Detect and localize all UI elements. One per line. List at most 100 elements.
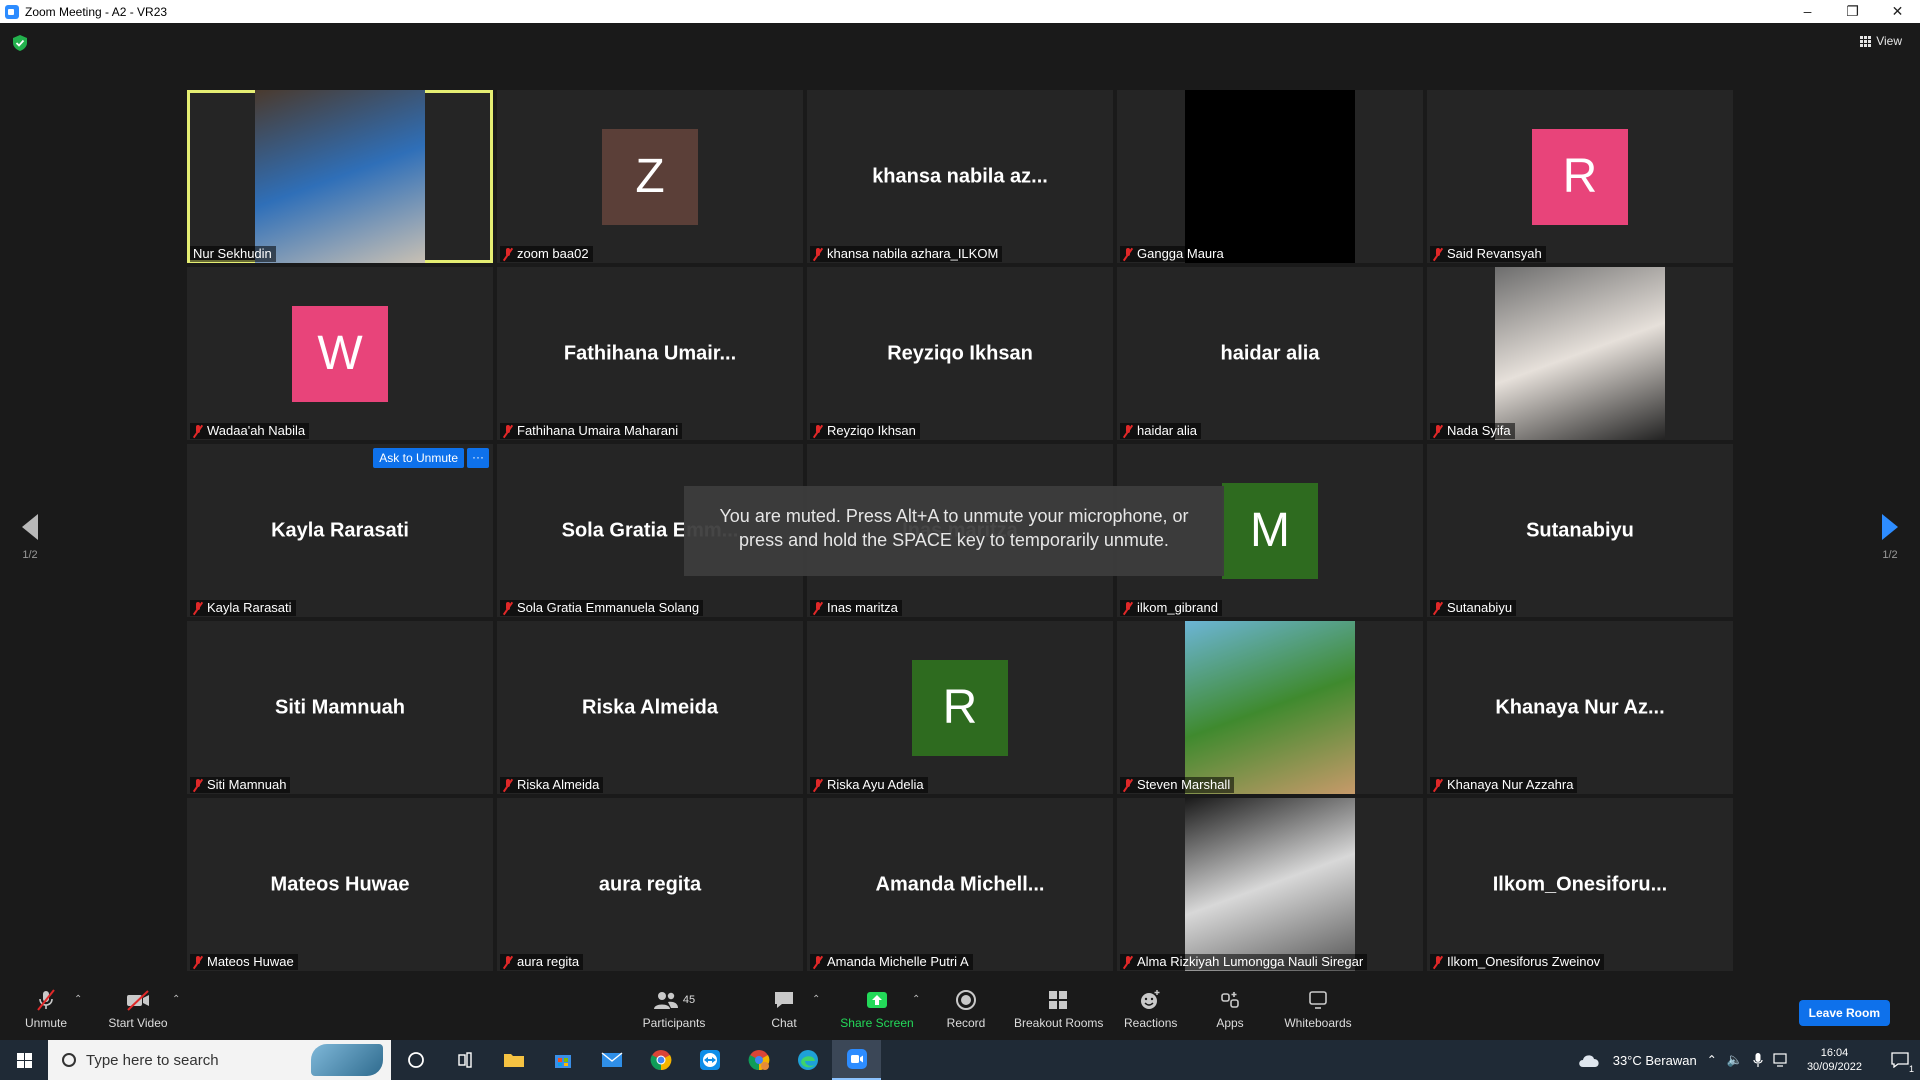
unmute-button[interactable]: Unmute bbox=[22, 988, 70, 1030]
search-placeholder: Type here to search bbox=[86, 1051, 219, 1069]
participant-name: Steven Marshall bbox=[1137, 777, 1231, 792]
weather-text[interactable]: 33°C Berawan bbox=[1613, 1053, 1697, 1068]
participant-video-feed bbox=[255, 90, 425, 263]
participant-tile[interactable]: Nada Syifa bbox=[1427, 267, 1733, 440]
participant-tile[interactable]: Reyziqo Ikhsan Reyziqo Ikhsan bbox=[807, 267, 1113, 440]
task-view-button[interactable] bbox=[440, 1040, 489, 1080]
microphone-muted-icon bbox=[503, 424, 513, 438]
store-button[interactable] bbox=[538, 1040, 587, 1080]
participant-tile[interactable]: haidar alia haidar alia bbox=[1117, 267, 1423, 440]
chrome-button[interactable] bbox=[636, 1040, 685, 1080]
cortana-button[interactable] bbox=[391, 1040, 440, 1080]
participant-name-label: Khanaya Nur Azzahra bbox=[1430, 777, 1578, 793]
apps-button[interactable]: Apps bbox=[1210, 988, 1250, 1030]
reactions-button[interactable]: Reactions bbox=[1124, 988, 1177, 1030]
start-button[interactable] bbox=[0, 1040, 48, 1080]
volume-icon[interactable]: 🔈 bbox=[1727, 1052, 1743, 1068]
cloud-weather-icon bbox=[1578, 1055, 1599, 1067]
participant-name-label: Ilkom_Onesiforus Zweinov bbox=[1430, 954, 1605, 970]
participant-display-name: Khanaya Nur Az... bbox=[1495, 696, 1665, 718]
participant-tile[interactable]: Sutanabiyu Sutanabiyu bbox=[1427, 444, 1733, 617]
close-button[interactable]: ✕ bbox=[1875, 0, 1920, 23]
participant-tile[interactable]: Kayla Rarasati Ask to Unmute ··· Kayla Rara… bbox=[187, 444, 493, 617]
participant-name: Sola Gratia Emmanuela Solang bbox=[517, 600, 700, 615]
whiteboards-button[interactable]: Whiteboards bbox=[1282, 988, 1354, 1030]
restore-button[interactable]: ❐ bbox=[1830, 0, 1875, 23]
edge-button[interactable] bbox=[783, 1040, 832, 1080]
taskbar-clock[interactable]: 16:04 30/09/2022 bbox=[1799, 1046, 1870, 1074]
more-options-button[interactable]: ··· bbox=[467, 448, 489, 468]
file-explorer-button[interactable] bbox=[489, 1040, 538, 1080]
next-page-button[interactable]: 1/2 bbox=[1870, 514, 1910, 561]
breakout-rooms-button[interactable]: Breakout Rooms bbox=[1014, 988, 1103, 1030]
participant-name-label: khansa nabila azhara_ILKOM bbox=[810, 246, 1003, 262]
participant-tile[interactable]: Nur Sekhudin bbox=[187, 90, 493, 263]
teamviewer-button[interactable] bbox=[685, 1040, 734, 1080]
participant-tile[interactable]: Ilkom_Onesiforu... Ilkom_Onesiforus Zwein… bbox=[1427, 798, 1733, 971]
participant-name-label: ilkom_gibrand bbox=[1120, 600, 1222, 616]
participant-tile[interactable]: Riska Almeida Riska Almeida bbox=[497, 621, 803, 794]
whiteboard-icon bbox=[1309, 991, 1327, 1009]
participant-name: Said Revansyah bbox=[1447, 246, 1542, 261]
participant-tile[interactable]: Alma Rizkiyah Lumongga Nauli Siregar bbox=[1117, 798, 1423, 971]
participant-tile[interactable]: Zzoom baa02 bbox=[497, 90, 803, 263]
participant-name-label: haidar alia bbox=[1120, 423, 1201, 439]
microphone-tray-icon[interactable] bbox=[1753, 1052, 1763, 1068]
chat-bubble-icon bbox=[775, 992, 793, 1008]
microphone-muted-icon bbox=[193, 424, 203, 438]
action-center-button[interactable]: 1 bbox=[1880, 1040, 1920, 1080]
minimize-button[interactable]: – bbox=[1785, 0, 1830, 23]
microphone-muted-icon bbox=[813, 601, 823, 615]
participant-tile[interactable]: W Wadaa'ah Nabila bbox=[187, 267, 493, 440]
notification-icon bbox=[1891, 1052, 1909, 1068]
chrome-profile-button[interactable] bbox=[734, 1040, 783, 1080]
participant-video-feed bbox=[1185, 90, 1355, 263]
zoom-taskbar-button[interactable] bbox=[832, 1040, 881, 1080]
chat-button[interactable]: Chat bbox=[764, 988, 804, 1030]
participant-tile[interactable]: Siti Mamnuah Siti Mamnuah bbox=[187, 621, 493, 794]
record-label: Record bbox=[946, 1016, 986, 1030]
share-screen-icon bbox=[867, 992, 887, 1008]
participants-button[interactable]: 45 Participants bbox=[640, 988, 708, 1030]
participant-tile[interactable]: Mateos Huwae Mateos Huwae bbox=[187, 798, 493, 971]
folder-icon bbox=[503, 1054, 524, 1067]
participant-tile[interactable]: Gangga Maura bbox=[1117, 90, 1423, 263]
share-screen-button[interactable]: Share Screen bbox=[840, 988, 914, 1030]
participant-tile[interactable]: khansa nabila az... khansa nabila azhara_… bbox=[807, 90, 1113, 263]
show-hidden-icons-caret-icon[interactable]: ⌃ bbox=[1707, 1053, 1717, 1067]
participant-tile[interactable]: Fathihana Umair... Fathihana Umaira Mahar… bbox=[497, 267, 803, 440]
audio-options-caret-icon[interactable]: ⌃ bbox=[74, 994, 82, 1005]
participant-name: Mateos Huwae bbox=[207, 954, 294, 969]
participant-tile[interactable]: Amanda Michell... Amanda Michelle Putri A bbox=[807, 798, 1113, 971]
view-button[interactable]: View bbox=[1860, 34, 1902, 48]
share-options-caret-icon[interactable]: ⌃ bbox=[912, 994, 920, 1005]
participant-name-label: Reyziqo Ikhsan bbox=[810, 423, 920, 439]
participant-name-label: Nada Syifa bbox=[1430, 423, 1515, 439]
mail-button[interactable] bbox=[587, 1040, 636, 1080]
participant-display-name: Riska Almeida bbox=[582, 696, 718, 718]
ask-to-unmute-button[interactable]: Ask to Unmute bbox=[373, 448, 464, 468]
microphone-muted-icon bbox=[503, 601, 513, 615]
network-icon[interactable] bbox=[1773, 1053, 1789, 1067]
video-options-caret-icon[interactable]: ⌃ bbox=[172, 994, 180, 1005]
share-screen-label: Share Screen bbox=[840, 1016, 914, 1030]
microphone-muted-icon bbox=[1123, 955, 1133, 969]
participant-tile[interactable]: aura regita aura regita bbox=[497, 798, 803, 971]
previous-page-button[interactable]: 1/2 bbox=[10, 514, 50, 561]
participant-name-label: Nur Sekhudin bbox=[190, 246, 276, 262]
chat-options-caret-icon[interactable]: ⌃ bbox=[812, 994, 820, 1005]
participant-tile[interactable]: R Said Revansyah bbox=[1427, 90, 1733, 263]
video-off-icon bbox=[127, 990, 149, 1011]
start-video-button[interactable]: Start Video bbox=[106, 988, 170, 1030]
participant-name: Wadaa'ah Nabila bbox=[207, 423, 306, 438]
record-button[interactable]: Record bbox=[946, 988, 986, 1030]
leave-room-button[interactable]: Leave Room bbox=[1798, 1000, 1890, 1026]
participant-tile[interactable]: Steven Marshall bbox=[1117, 621, 1423, 794]
encryption-shield-icon[interactable] bbox=[13, 35, 27, 51]
participant-tile[interactable]: R Riska Ayu Adelia bbox=[807, 621, 1113, 794]
participant-name: Riska Ayu Adelia bbox=[827, 777, 924, 792]
window-controls: – ❐ ✕ bbox=[1785, 0, 1920, 23]
participant-tile[interactable]: Khanaya Nur Az... Khanaya Nur Azzahra bbox=[1427, 621, 1733, 794]
taskbar-search[interactable]: Type here to search bbox=[48, 1040, 391, 1080]
chrome-profile-icon bbox=[748, 1050, 769, 1071]
